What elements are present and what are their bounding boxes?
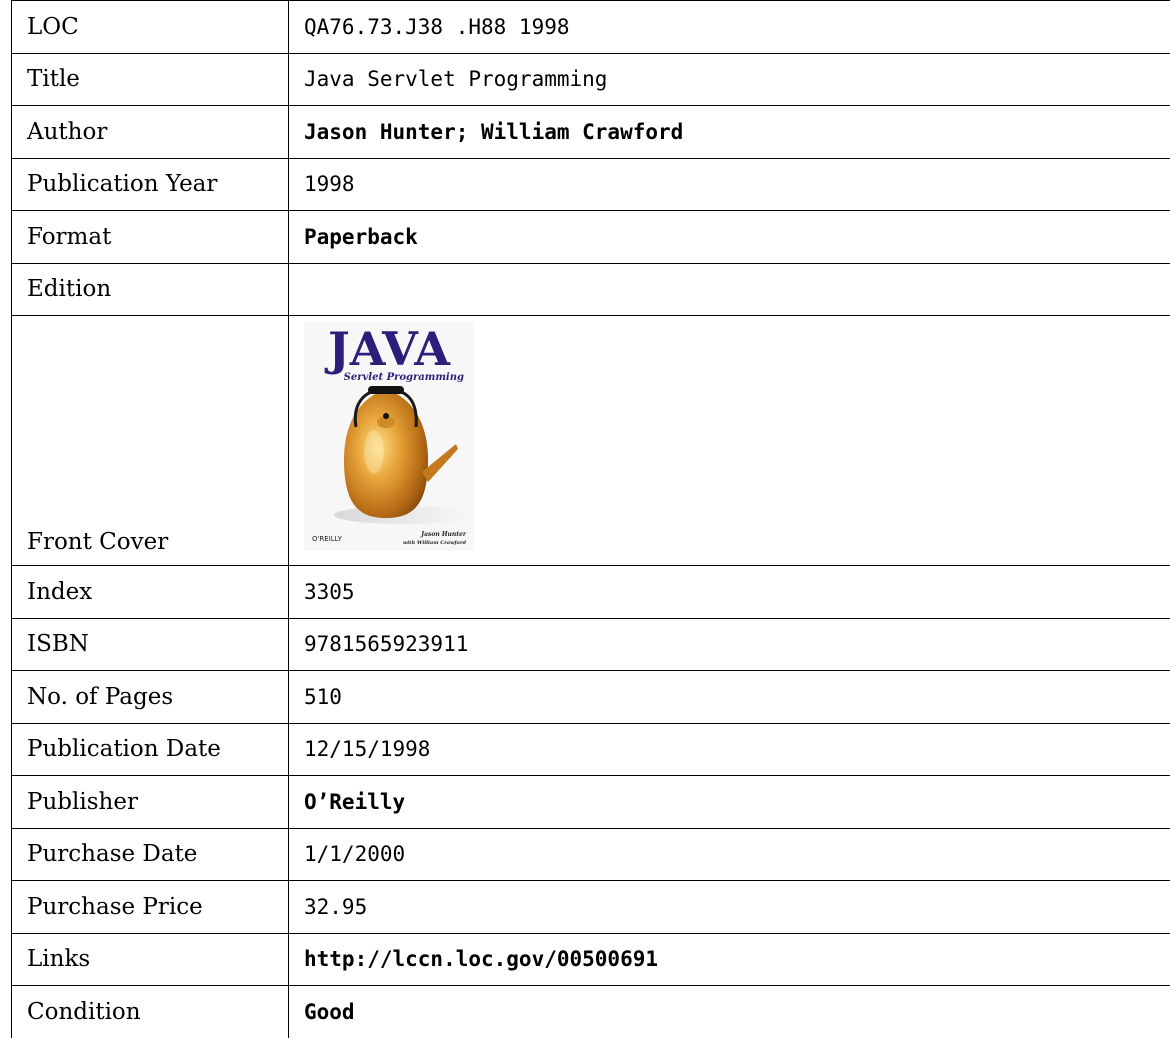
field-label: Publication Year xyxy=(11,157,289,211)
field-label: Edition xyxy=(11,262,289,316)
field-label: ISBN xyxy=(11,617,289,671)
front-cover-cell: JAVA Servlet Programming O'REILLY Jason … xyxy=(288,315,1170,566)
cover-publisher-text: O'REILLY xyxy=(312,535,343,543)
cover-title-text: JAVA xyxy=(324,322,451,376)
index-value: 3305 xyxy=(288,565,1170,619)
pages-value: 510 xyxy=(288,670,1170,724)
isbn-value: 9781565923911 xyxy=(288,617,1170,671)
publication-date-value: 12/15/1998 xyxy=(288,722,1170,776)
row-links: Links http://lccn.loc.gov/00500691 xyxy=(11,932,1170,986)
row-title: Title Java Servlet Programming xyxy=(11,52,1170,106)
field-label: LOC xyxy=(11,0,289,54)
cover-subtitle-text: Servlet Programming xyxy=(344,372,464,383)
field-label: No. of Pages xyxy=(11,670,289,724)
row-condition: Condition Good xyxy=(11,985,1170,1038)
publisher-value: O’Reilly xyxy=(288,775,1170,829)
format-value: Paperback xyxy=(288,210,1170,264)
purchase-date-value: 1/1/2000 xyxy=(288,827,1170,881)
purchase-price-value: 32.95 xyxy=(288,880,1170,934)
loc-value: QA76.73.J38 .H88 1998 xyxy=(288,0,1170,54)
row-purchase-date: Purchase Date 1/1/2000 xyxy=(11,827,1170,881)
edition-value xyxy=(288,262,1170,316)
field-label: Author xyxy=(11,105,289,159)
row-edition: Edition xyxy=(11,262,1170,316)
field-label: Title xyxy=(11,52,289,106)
book-cover-image: JAVA Servlet Programming O'REILLY Jason … xyxy=(304,322,474,551)
row-pages: No. of Pages 510 xyxy=(11,670,1170,724)
cover-coauthor-text: with William Crawford xyxy=(403,540,467,546)
field-label: Links xyxy=(11,932,289,986)
cover-author-text: Jason Hunter xyxy=(420,531,467,538)
field-label: Index xyxy=(11,565,289,619)
links-value[interactable]: http://lccn.loc.gov/00500691 xyxy=(288,932,1170,986)
row-format: Format Paperback xyxy=(11,210,1170,264)
field-label: Format xyxy=(11,210,289,264)
row-front-cover: Front Cover JAVA Servlet Programming O'R… xyxy=(11,315,1170,566)
row-author: Author Jason Hunter; William Crawford xyxy=(11,105,1170,159)
row-index: Index 3305 xyxy=(11,565,1170,619)
publication-year-value: 1998 xyxy=(288,157,1170,211)
row-loc: LOC QA76.73.J38 .H88 1998 xyxy=(11,0,1170,54)
row-publisher: Publisher O’Reilly xyxy=(11,775,1170,829)
title-value: Java Servlet Programming xyxy=(288,52,1170,106)
row-isbn: ISBN 9781565923911 xyxy=(11,617,1170,671)
row-publication-date: Publication Date 12/15/1998 xyxy=(11,722,1170,776)
field-label: Condition xyxy=(11,985,289,1038)
row-purchase-price: Purchase Price 32.95 xyxy=(11,880,1170,934)
field-label: Publisher xyxy=(11,775,289,829)
row-publication-year: Publication Year 1998 xyxy=(11,157,1170,211)
author-value: Jason Hunter; William Crawford xyxy=(288,105,1170,159)
field-label: Front Cover xyxy=(11,315,289,566)
field-label: Publication Date xyxy=(11,722,289,776)
condition-value: Good xyxy=(288,985,1170,1038)
field-label: Purchase Date xyxy=(11,827,289,881)
book-record-table: LOC QA76.73.J38 .H88 1998 Title Java Ser… xyxy=(11,0,1170,1038)
field-label: Purchase Price xyxy=(11,880,289,934)
